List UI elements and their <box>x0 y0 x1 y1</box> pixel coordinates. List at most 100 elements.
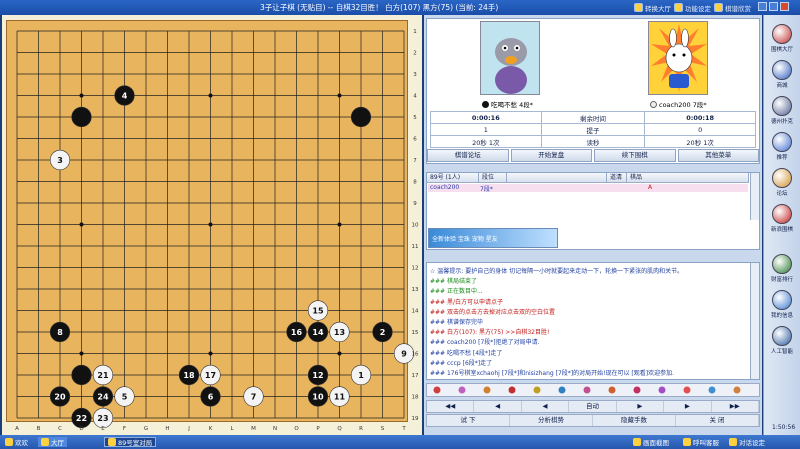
replay-controls: ◀◀ ◀ ◀ 自动 ▶ ▶ ▶▶ <box>426 400 760 413</box>
emote-icon[interactable] <box>458 386 466 394</box>
emote-icon[interactable] <box>683 386 691 394</box>
room-list-header: 89号 (1人) 段位 道清 棋品 <box>427 173 749 183</box>
kifu-forum-button[interactable]: 棋谱论坛 <box>427 149 509 162</box>
chat-line: ### 正在数目中... <box>430 288 483 296</box>
room-list-scrollbar[interactable] <box>750 173 759 220</box>
stone-number: 12 <box>312 371 323 380</box>
star-point <box>79 93 84 98</box>
emote-icon[interactable] <box>508 386 516 394</box>
stone-number: 11 <box>334 393 346 402</box>
emote-icon[interactable] <box>483 386 491 394</box>
gear-icon <box>674 3 683 12</box>
continue-game-button[interactable]: 续下围棋 <box>594 149 676 162</box>
task-lobby[interactable]: 大厅 <box>38 437 67 447</box>
minimize-button[interactable] <box>758 2 767 11</box>
emote-icon[interactable] <box>708 386 716 394</box>
emote-icon[interactable] <box>608 386 616 394</box>
task-room-89[interactable]: 89号室对局 <box>104 437 157 447</box>
start-review-button[interactable]: 开始复盘 <box>510 149 592 162</box>
sina-icon <box>772 204 792 224</box>
stone-number: 1 <box>358 371 364 380</box>
board-canvas[interactable]: 43158 16 14 13 2921 18 17 12 120 24 5 6 7 10 1122 23A B C… <box>6 20 422 434</box>
row-label: 4 <box>413 94 417 100</box>
table-row[interactable]: coach200 7段* A <box>428 184 748 193</box>
chat-line: ### 棋谱保存完毕 <box>430 319 483 326</box>
chat-scrollbar[interactable] <box>750 263 759 379</box>
captures-label: 提子 <box>540 123 646 136</box>
close-board-button[interactable]: 关 闭 <box>676 415 759 426</box>
sidebar-item-mall[interactable]: 商城 <box>764 60 800 89</box>
row-label: 14 <box>412 309 419 315</box>
sidebar-item-recommend[interactable]: 推荐 <box>764 132 800 161</box>
sidebar-item-forum[interactable]: 论坛 <box>764 168 800 197</box>
kifu-view-button[interactable]: 棋谱欣赏 <box>714 2 751 13</box>
star-point <box>337 222 342 227</box>
emote-icon[interactable] <box>433 386 441 394</box>
sidebar-item-sina-go[interactable]: 新浪围棋 <box>764 204 800 233</box>
col-rank[interactable]: 段位 <box>479 173 507 182</box>
sidebar-item-my-info[interactable]: 我的信息 <box>764 290 800 319</box>
black-stone-icon <box>482 100 489 108</box>
white-player-avatar[interactable] <box>648 21 708 95</box>
stone <box>71 364 92 386</box>
emote-icon[interactable] <box>533 386 541 394</box>
col-blank[interactable] <box>507 173 607 182</box>
col-label: P <box>316 426 320 432</box>
col-label: G <box>144 426 148 432</box>
row-rank: 7段* <box>480 186 493 193</box>
recommend-icon <box>772 132 792 152</box>
stone-number: 3 <box>57 156 63 165</box>
emote-icon[interactable] <box>558 386 566 394</box>
hide-numbers-button[interactable]: 隐藏手数 <box>593 415 676 426</box>
sidebar-item-go-lobby[interactable]: 围棋大厅 <box>764 24 800 53</box>
close-button[interactable] <box>780 2 789 11</box>
col-label: Q <box>337 426 342 432</box>
sidebar-item-poker[interactable]: 德州扑克 <box>764 96 800 125</box>
emote-icon[interactable] <box>583 386 591 394</box>
clock: 1:50:56 <box>772 424 796 431</box>
screenshot-button[interactable]: 画面截图 <box>630 437 672 447</box>
remaining-time-label: 剩余时间 <box>540 111 646 124</box>
emote-icon[interactable] <box>733 386 741 394</box>
other-menu-button[interactable]: 其他菜单 <box>677 149 759 162</box>
phone-icon <box>683 438 691 446</box>
settings-button[interactable]: 功能设定 <box>674 2 711 13</box>
col-room[interactable]: 89号 (1人) <box>427 173 479 182</box>
col-label: J <box>187 426 190 432</box>
emote-icon[interactable] <box>633 386 641 394</box>
emote-icon[interactable] <box>658 386 666 394</box>
back-one-button[interactable]: ◀ <box>522 401 570 412</box>
back-ten-button[interactable]: ◀ <box>474 401 522 412</box>
analyze-button[interactable]: 分析棋势 <box>510 415 593 426</box>
maximize-button[interactable] <box>769 2 778 11</box>
last-move-button[interactable]: ▶▶ <box>712 401 759 412</box>
col-status[interactable]: 道清 <box>607 173 627 182</box>
forward-one-button[interactable]: ▶ <box>617 401 665 412</box>
stone-number: 9 <box>401 350 407 359</box>
forward-ten-button[interactable]: ▶ <box>664 401 712 412</box>
row-label: 12 <box>412 266 419 272</box>
black-player-avatar[interactable] <box>480 21 540 95</box>
stone-number: 24 <box>97 393 109 402</box>
stone-number: 22 <box>76 414 87 423</box>
book-icon <box>714 3 723 12</box>
rabbit-avatar-icon <box>651 24 707 92</box>
task-start[interactable]: 欢欢 <box>2 437 31 447</box>
black-byoyomi: 20秒 1次 <box>430 135 542 148</box>
white-captures: 0 <box>644 123 756 136</box>
try-move-button[interactable]: 试 下 <box>427 415 510 426</box>
switch-lobby-button[interactable]: 转换大厅 <box>634 2 671 13</box>
col-grade[interactable]: 棋品 <box>627 173 749 182</box>
sidebar-item-ai[interactable]: 人工智能 <box>764 326 800 355</box>
sidebar-item-wealth-rank[interactable]: 财富排行 <box>764 254 800 283</box>
white-player-name: coach200 7段* <box>650 99 707 109</box>
auto-play-button[interactable]: 自动 <box>569 401 617 412</box>
lobby-task-icon <box>41 438 49 446</box>
go-lobby-icon <box>772 24 792 44</box>
chat-line: ### 176号棋室xchaohj [7段*]和nisizhang [7段*]的… <box>430 370 675 377</box>
camera-icon <box>633 438 641 446</box>
stone <box>350 106 372 128</box>
first-move-button[interactable]: ◀◀ <box>427 401 475 412</box>
chat-settings-button[interactable]: 对话设定 <box>726 437 768 447</box>
call-support-button[interactable]: 呼叫客服 <box>680 437 722 447</box>
